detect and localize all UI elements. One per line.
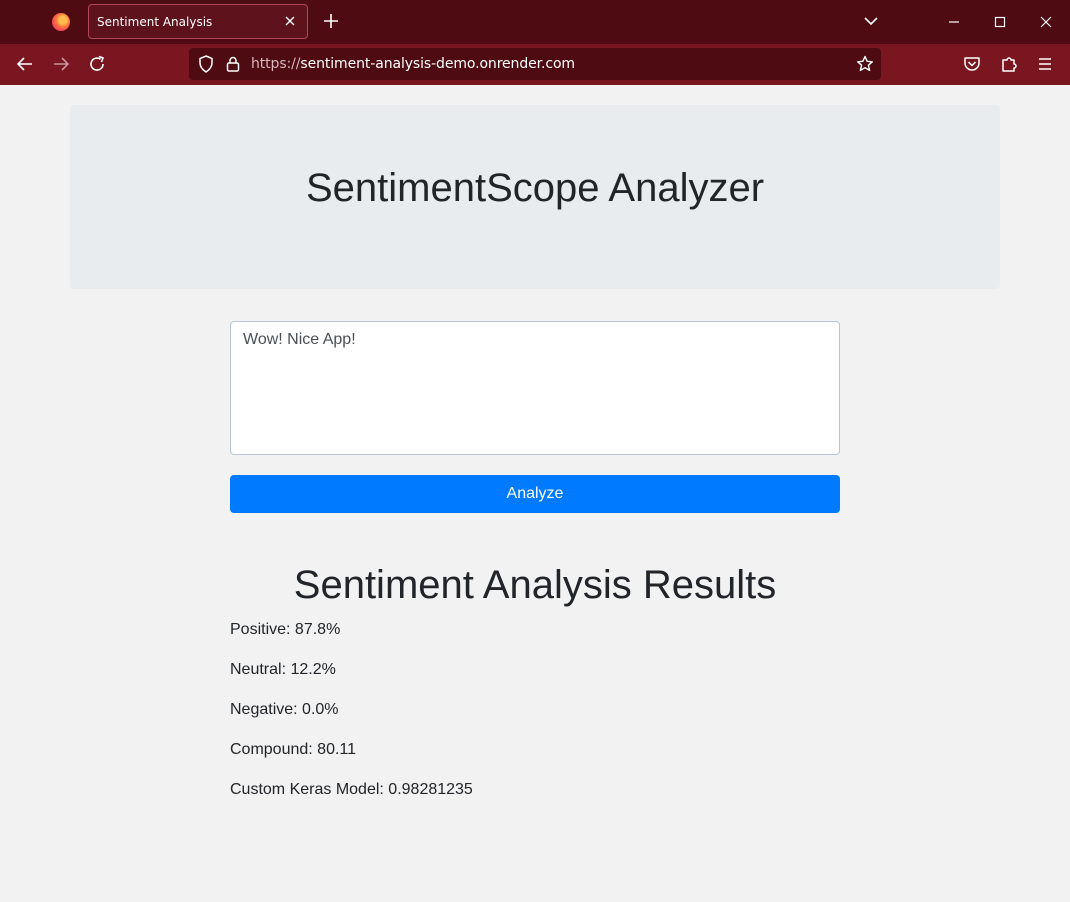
shield-icon[interactable]: [196, 54, 216, 74]
header-banner: SentimentScope Analyzer: [70, 105, 1000, 289]
navigation-toolbar: https://sentiment-analysis-demo.onrender…: [0, 44, 1070, 85]
result-value: 0.0%: [302, 701, 339, 718]
star-icon[interactable]: [855, 54, 875, 74]
result-value: 12.2%: [290, 661, 336, 678]
new-tab-plus-icon[interactable]: [320, 10, 342, 32]
reload-icon[interactable]: [87, 54, 107, 74]
menu-icon[interactable]: [1035, 54, 1055, 74]
result-label: Neutral:: [230, 661, 287, 678]
analyze-button[interactable]: Analyze: [230, 475, 840, 513]
result-compound: Compound: 80.11: [230, 740, 356, 760]
page-content: SentimentScope Analyzer Analyze Sentimen…: [0, 85, 1070, 902]
result-label: Custom Keras Model:: [230, 781, 384, 798]
url-text[interactable]: https://sentiment-analysis-demo.onrender…: [251, 56, 575, 72]
results-heading: Sentiment Analysis Results: [293, 563, 777, 607]
firefox-logo-icon[interactable]: [52, 13, 70, 31]
forward-arrow-icon[interactable]: [51, 54, 71, 74]
back-arrow-icon[interactable]: [15, 54, 35, 74]
extensions-icon[interactable]: [999, 54, 1019, 74]
result-value: 87.8%: [294, 621, 341, 638]
result-label: Positive:: [230, 621, 291, 638]
maximize-icon[interactable]: [988, 10, 1012, 34]
url-bar[interactable]: https://sentiment-analysis-demo.onrender…: [189, 48, 881, 80]
result-value: 0.98281235: [388, 781, 473, 798]
url-host: sentiment-analysis-demo.onrender.com: [300, 56, 575, 72]
url-scheme: https://: [251, 56, 301, 72]
result-positive: Positive: 87.8%: [230, 620, 340, 640]
minimize-icon[interactable]: [942, 10, 966, 34]
pocket-icon[interactable]: [962, 54, 982, 74]
result-label: Compound:: [230, 741, 313, 758]
result-keras-model: Custom Keras Model: 0.98281235: [230, 780, 473, 800]
result-value: 80.11: [317, 741, 357, 758]
sentiment-text-input[interactable]: [230, 321, 840, 455]
tab-close-icon[interactable]: [281, 12, 299, 30]
window-close-icon[interactable]: [1034, 10, 1058, 34]
result-neutral: Neutral: 12.2%: [230, 660, 336, 680]
result-label: Negative:: [230, 701, 298, 718]
tab-bar: Sentiment Analysis: [0, 0, 1070, 44]
tab-sentiment-analysis[interactable]: Sentiment Analysis: [88, 4, 308, 39]
lock-icon[interactable]: [223, 54, 243, 74]
result-negative: Negative: 0.0%: [230, 700, 339, 720]
tab-title: Sentiment Analysis: [97, 15, 213, 29]
chevron-down-icon[interactable]: [862, 12, 880, 30]
page-title: SentimentScope Analyzer: [305, 166, 765, 210]
